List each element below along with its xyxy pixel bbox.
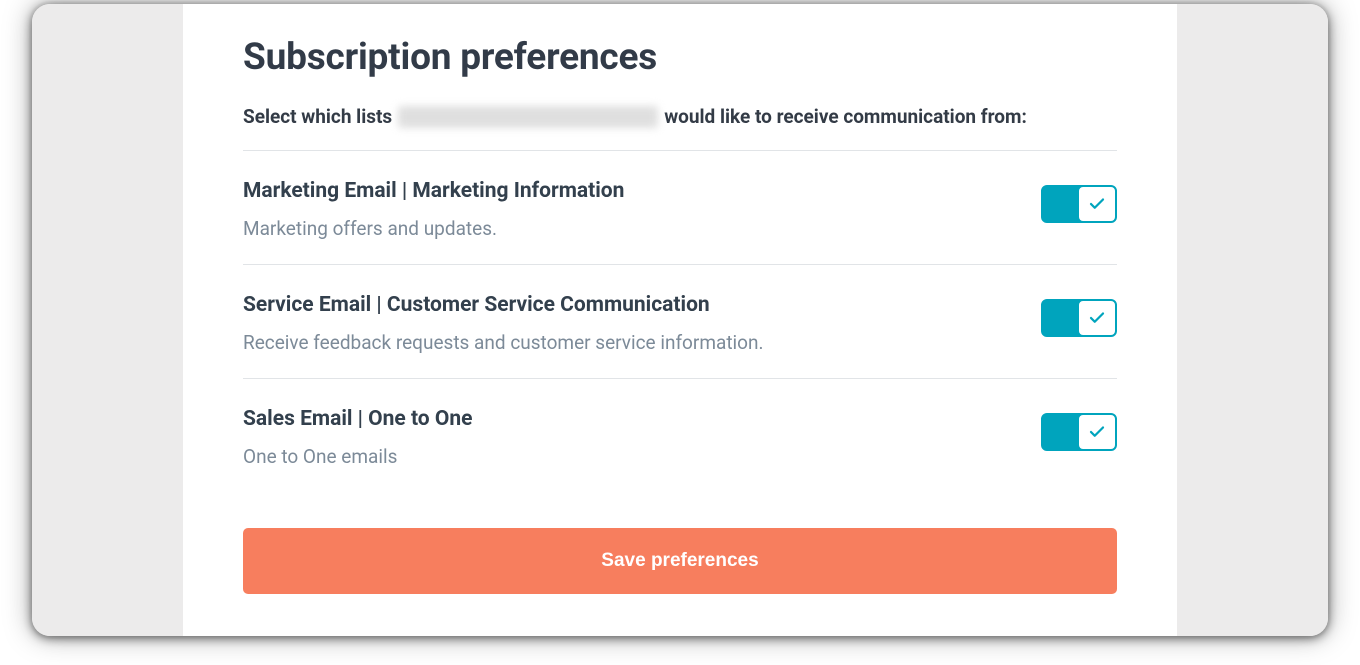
subscription-row-sales: Sales Email | One to One One to One emai… xyxy=(243,379,1117,492)
preferences-panel: Subscription preferences Select which li… xyxy=(183,4,1177,636)
row-title: Marketing Email | Marketing Information xyxy=(243,179,1021,203)
row-description: One to One emails xyxy=(243,445,1021,468)
save-preferences-button[interactable]: Save preferences xyxy=(243,528,1117,594)
toggle-knob xyxy=(1078,186,1116,222)
row-text: Sales Email | One to One One to One emai… xyxy=(243,407,1041,468)
toggle-knob xyxy=(1078,414,1116,450)
subscription-row-marketing: Marketing Email | Marketing Information … xyxy=(243,151,1117,264)
check-icon xyxy=(1088,195,1106,213)
row-description: Marketing offers and updates. xyxy=(243,217,1021,240)
row-text: Service Email | Customer Service Communi… xyxy=(243,293,1041,354)
subtitle-prefix: Select which lists xyxy=(243,105,392,128)
page-background: Subscription preferences Select which li… xyxy=(32,4,1328,636)
subtitle-suffix: would like to receive communication from… xyxy=(664,105,1027,128)
toggle-marketing[interactable] xyxy=(1041,185,1117,223)
row-description: Receive feedback requests and customer s… xyxy=(243,331,1021,354)
row-text: Marketing Email | Marketing Information … xyxy=(243,179,1041,240)
toggle-service[interactable] xyxy=(1041,299,1117,337)
subscription-row-service: Service Email | Customer Service Communi… xyxy=(243,265,1117,378)
check-icon xyxy=(1088,309,1106,327)
page-title: Subscription preferences xyxy=(243,36,1117,79)
row-title: Sales Email | One to One xyxy=(243,407,1021,431)
page-subtitle: Select which lists would like to receive… xyxy=(243,105,1117,128)
toggle-knob xyxy=(1078,300,1116,336)
redacted-email xyxy=(398,106,658,128)
row-title: Service Email | Customer Service Communi… xyxy=(243,293,1021,317)
app-frame: Subscription preferences Select which li… xyxy=(32,4,1328,636)
check-icon xyxy=(1088,423,1106,441)
toggle-sales[interactable] xyxy=(1041,413,1117,451)
